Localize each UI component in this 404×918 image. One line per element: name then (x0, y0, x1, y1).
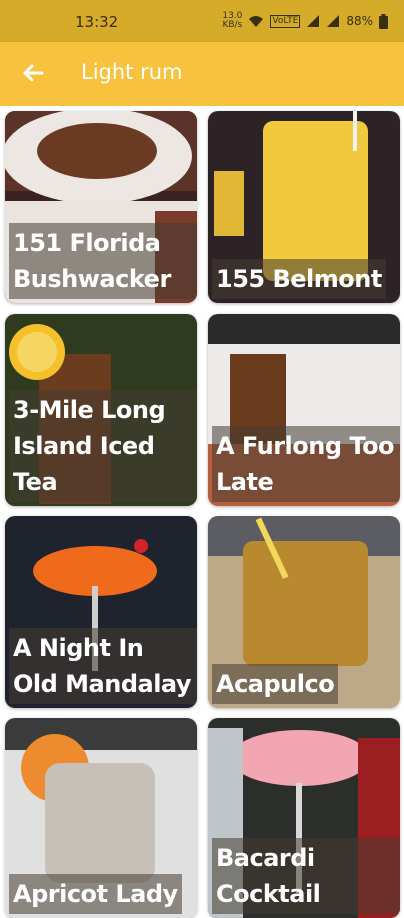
signal-icon-2 (327, 15, 340, 27)
cocktail-name: A Furlong Too Late (212, 426, 400, 502)
cocktail-grid: 151 Florida Bushwacker 155 Belmont 3-Mil… (0, 106, 404, 918)
cocktail-card[interactable]: Apricot Lady (5, 718, 197, 918)
volte-badge: VoLTE (270, 14, 301, 28)
battery-percent: 88% (346, 14, 373, 28)
cocktail-card[interactable]: A Furlong Too Late (208, 314, 400, 506)
cocktail-card[interactable]: A Night In Old Mandalay (5, 516, 197, 708)
cocktail-name: Acapulco (212, 664, 339, 704)
cocktail-card[interactable]: 151 Florida Bushwacker (5, 111, 197, 303)
arrow-left-icon (23, 64, 44, 82)
cocktail-name: A Night In Old Mandalay (9, 628, 197, 704)
cocktail-card[interactable]: Acapulco (208, 516, 400, 708)
app-bar: Light rum (0, 42, 404, 106)
status-icons: 13.0 KB/s VoLTE 88% (222, 12, 388, 30)
cocktail-name: 151 Florida Bushwacker (9, 223, 197, 299)
cocktail-card[interactable]: 3-Mile Long Island Iced Tea (5, 314, 197, 506)
signal-icon-1 (307, 15, 320, 27)
battery-icon (379, 13, 388, 29)
status-time: 13:32 (75, 13, 119, 31)
page-title: Light rum (81, 60, 183, 84)
back-button[interactable] (18, 58, 48, 88)
net-speed: 13.0 KB/s (222, 11, 243, 30)
cocktail-card[interactable]: 155 Belmont (208, 111, 400, 303)
cocktail-name: 3-Mile Long Island Iced Tea (9, 390, 197, 502)
cocktail-name: 155 Belmont (212, 259, 386, 299)
cocktail-name: Apricot Lady (9, 874, 182, 914)
status-bar: 13:32 13.0 KB/s VoLTE 88% (0, 0, 404, 42)
cocktail-card[interactable]: Bacardi Cocktail (208, 718, 400, 918)
cocktail-name: Bacardi Cocktail (212, 838, 400, 914)
wifi-icon (249, 16, 264, 27)
